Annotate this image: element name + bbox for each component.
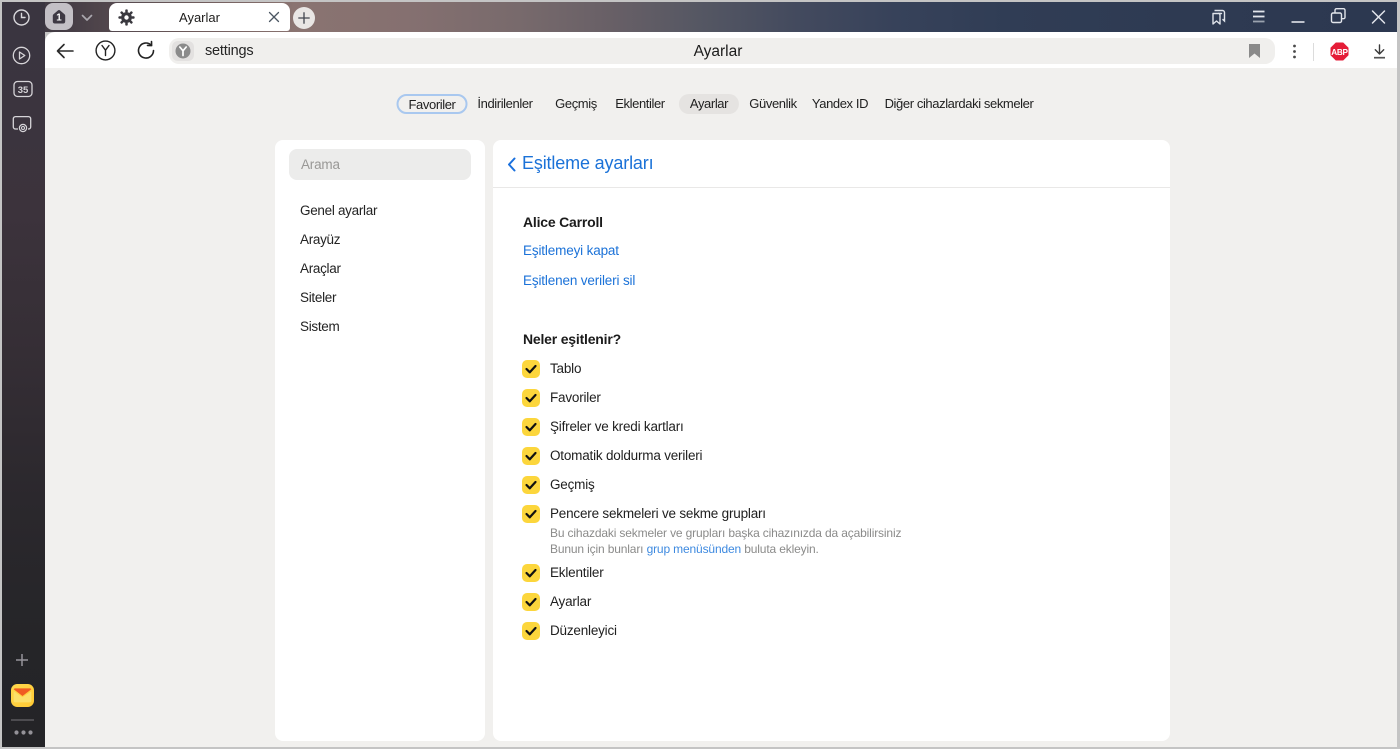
svg-text:ABP: ABP (1331, 48, 1348, 57)
svg-text:1: 1 (56, 12, 62, 23)
